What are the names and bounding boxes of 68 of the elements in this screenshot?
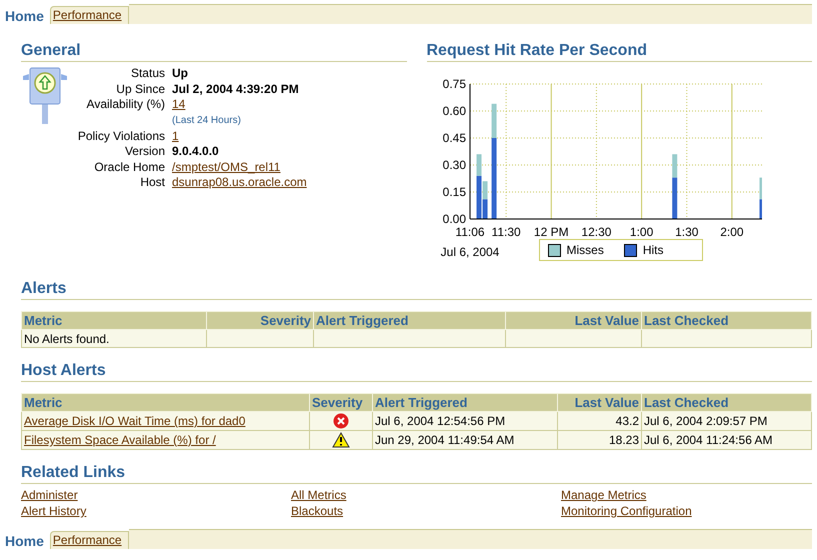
column-header: Last Checked: [642, 312, 812, 330]
metric-link[interactable]: Average Disk I/O Wait Time (ms) for dad0: [24, 414, 246, 428]
table-cell: Jul 6, 2004 12:54:56 PM: [372, 412, 558, 430]
column-header: Alert Triggered: [372, 394, 558, 412]
section-heading: General: [21, 42, 406, 62]
property-link[interactable]: /smptest/OMS_rel11: [172, 160, 307, 175]
table-cell: Jul 6, 2004 11:24:56 AM: [642, 430, 812, 450]
related-link[interactable]: All Metrics: [291, 487, 346, 503]
tab[interactable]: Home: [5, 533, 50, 549]
date-label: Jul 6, 2004: [440, 245, 499, 259]
section-heading: Host Alerts: [21, 362, 812, 382]
x-tick-label: 2:00: [720, 225, 744, 239]
property-label: Status: [130, 66, 165, 82]
section-heading: Request Hit Rate Per Second: [426, 42, 812, 62]
table-cell: 43.2: [558, 412, 642, 430]
y-tick-label: 0.30: [442, 158, 466, 172]
x-tick-label: 1:00: [629, 225, 653, 239]
related-link[interactable]: Monitoring Configuration: [561, 503, 692, 519]
critical-icon: [333, 413, 349, 429]
tab[interactable]: Home: [5, 8, 50, 24]
x-tick-label: 11:06: [454, 225, 484, 239]
column-header: Last Value: [558, 394, 642, 412]
related-link[interactable]: Blackouts: [291, 503, 344, 519]
target-status-icon: [23, 66, 67, 124]
column-header: Metric: [22, 394, 310, 412]
property-label: Policy Violations: [76, 128, 165, 144]
table-cell: Jul 6, 2004 2:09:57 PM: [642, 412, 812, 430]
x-tick-label: 12 PM: [533, 225, 568, 239]
column-header: Last Checked: [642, 394, 812, 412]
table-cell: Jun 29, 2004 11:49:54 AM: [372, 430, 558, 450]
section-heading: Alerts: [21, 280, 812, 300]
property-label: Oracle Home: [93, 160, 165, 175]
section-heading: Related Links: [21, 464, 812, 484]
related-link[interactable]: Manage Metrics: [561, 487, 646, 503]
property-value: Up: [172, 66, 189, 82]
property-link[interactable]: dsunrap08.us.oracle.com: [172, 175, 307, 190]
property-label: Version: [124, 144, 165, 160]
tab[interactable]: Performance: [50, 531, 129, 549]
legend-label: Misses: [566, 243, 604, 257]
property-label: Up Since: [115, 82, 165, 97]
y-tick-label: 0.75: [442, 77, 466, 91]
x-tick-label: 11:30: [491, 225, 520, 239]
legend-label: Hits: [642, 243, 664, 257]
property-note: (Last 24 Hours): [172, 114, 242, 128]
property-value: Jul 2, 2004 4:39:20 PM: [172, 82, 300, 97]
property-label: Host: [139, 175, 165, 190]
column-header: Metric: [22, 312, 206, 330]
warning-icon: [332, 432, 350, 448]
y-tick-label: 0.15: [442, 185, 466, 199]
column-header: Alert Triggered: [314, 312, 506, 330]
column-header: Severity: [206, 312, 314, 330]
column-header: Severity: [310, 394, 372, 412]
y-tick-label: 0.45: [442, 131, 466, 145]
metric-link[interactable]: Filesystem Space Available (%) for /: [24, 433, 216, 447]
y-tick-label: 0.00: [442, 212, 466, 226]
tab[interactable]: Performance: [50, 6, 129, 24]
y-tick-label: 0.60: [442, 104, 466, 118]
property-label: Availability (%): [86, 97, 165, 113]
property-value: 9.0.4.0.0: [172, 144, 220, 160]
related-link[interactable]: Alert History: [21, 503, 86, 519]
table-cell: 18.23: [558, 430, 642, 450]
related-link[interactable]: Administer: [21, 487, 78, 503]
property-link[interactable]: 14: [172, 97, 307, 112]
x-tick-label: 12:30: [580, 225, 611, 239]
property-link[interactable]: 1: [172, 128, 307, 144]
x-tick-label: 1:30: [674, 225, 698, 239]
column-header: Last Value: [506, 312, 642, 330]
table-cell: No Alerts found.: [22, 330, 206, 348]
